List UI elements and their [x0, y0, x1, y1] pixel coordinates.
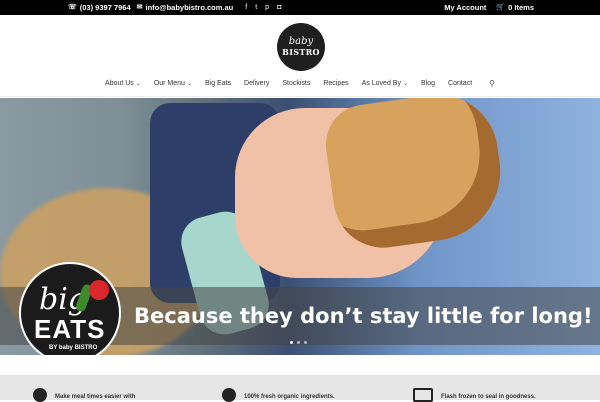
- slider-dot[interactable]: [304, 341, 307, 344]
- nav-label: Our Menu: [153, 80, 185, 87]
- chevron-down-icon: ⌄: [135, 81, 141, 87]
- tomato-icon: [89, 280, 109, 300]
- slider-dots: [290, 341, 307, 344]
- nav-delivery[interactable]: Delivery: [244, 80, 269, 87]
- top-bar: ☏ (03) 9397 7964 ✉ info@babybistro.com.a…: [0, 0, 600, 15]
- phone-text: (03) 9397 7964: [79, 3, 131, 12]
- nav-label: Stockists: [282, 80, 311, 87]
- twitter-icon[interactable]: t: [255, 4, 257, 11]
- nav-label: Delivery: [244, 80, 270, 87]
- slider-dot[interactable]: [297, 341, 300, 344]
- feature-text: Flash frozen to seal in goodness.: [441, 394, 536, 400]
- feature-text: Make meal times easier with: [55, 394, 136, 400]
- hero-tagline: Because they don’t stay little for long!: [134, 304, 593, 328]
- badge-by: BY baby BISTRO: [49, 345, 98, 351]
- cart-icon: 🛒: [496, 4, 506, 11]
- nav-label: Big Eats: [204, 80, 232, 87]
- feature-item: 100% fresh organic ingredients.: [222, 388, 335, 402]
- badge-eats: EATS: [34, 314, 106, 344]
- big-eats-badge: big EATS BY baby BISTRO: [19, 262, 121, 355]
- email-icon: ✉: [136, 4, 143, 11]
- phone-icon: ☏: [68, 4, 77, 11]
- email-link[interactable]: ✉ info@babybistro.com.au: [137, 3, 234, 12]
- nav-recipes[interactable]: Recipes: [323, 80, 348, 87]
- my-account-link[interactable]: My Account: [444, 3, 486, 12]
- nav-about-us[interactable]: About Us ⌄: [105, 80, 141, 87]
- nav-blog[interactable]: Blog: [421, 80, 435, 87]
- hero-slider[interactable]: Because they don’t stay little for long!…: [0, 98, 600, 355]
- chevron-down-icon: ⌄: [402, 81, 408, 87]
- nav-as-loved-by[interactable]: As Loved By ⌄: [362, 80, 408, 87]
- phone-link[interactable]: ☏ (03) 9397 7964: [68, 3, 131, 12]
- feature-item: Make meal times easier with: [33, 388, 136, 402]
- pinterest-icon[interactable]: p: [265, 4, 269, 11]
- nav-our-menu[interactable]: Our Menu ⌄: [154, 80, 192, 87]
- nav-label: About Us: [104, 80, 134, 87]
- site-header: baby BISTRO About Us ⌄ Our Menu ⌄ Big Eats…: [0, 15, 600, 97]
- nav-label: Recipes: [323, 80, 349, 87]
- hero-photo-pie: [320, 98, 510, 255]
- nav-big-eats[interactable]: Big Eats: [205, 80, 231, 87]
- logo-line2: BISTRO: [282, 47, 320, 57]
- features-strip: Make meal times easier with 100% fresh o…: [0, 375, 600, 402]
- nav-label: As Loved By: [361, 80, 401, 87]
- main-nav: About Us ⌄ Our Menu ⌄ Big Eats Delivery St…: [0, 79, 600, 88]
- site-logo[interactable]: baby BISTRO: [277, 23, 325, 71]
- cart-link[interactable]: 🛒 0 Items: [496, 3, 534, 12]
- cart-count: 0 Items: [508, 3, 534, 12]
- email-text: info@babybistro.com.au: [145, 3, 234, 12]
- feature-item: Flash frozen to seal in goodness.: [413, 388, 536, 402]
- logo-line1: baby: [288, 36, 314, 47]
- nav-stockists[interactable]: Stockists: [282, 80, 310, 87]
- nav-label: Contact: [448, 80, 473, 87]
- instagram-icon[interactable]: ◘: [277, 4, 281, 11]
- facebook-icon[interactable]: f: [245, 4, 247, 11]
- nav-contact[interactable]: Contact: [448, 80, 472, 87]
- chevron-down-icon: ⌄: [186, 81, 192, 87]
- feature-text: 100% fresh organic ingredients.: [244, 394, 335, 400]
- slider-dot[interactable]: [290, 341, 293, 344]
- search-icon[interactable]: ⚲: [489, 79, 495, 88]
- nav-label: Blog: [421, 80, 436, 87]
